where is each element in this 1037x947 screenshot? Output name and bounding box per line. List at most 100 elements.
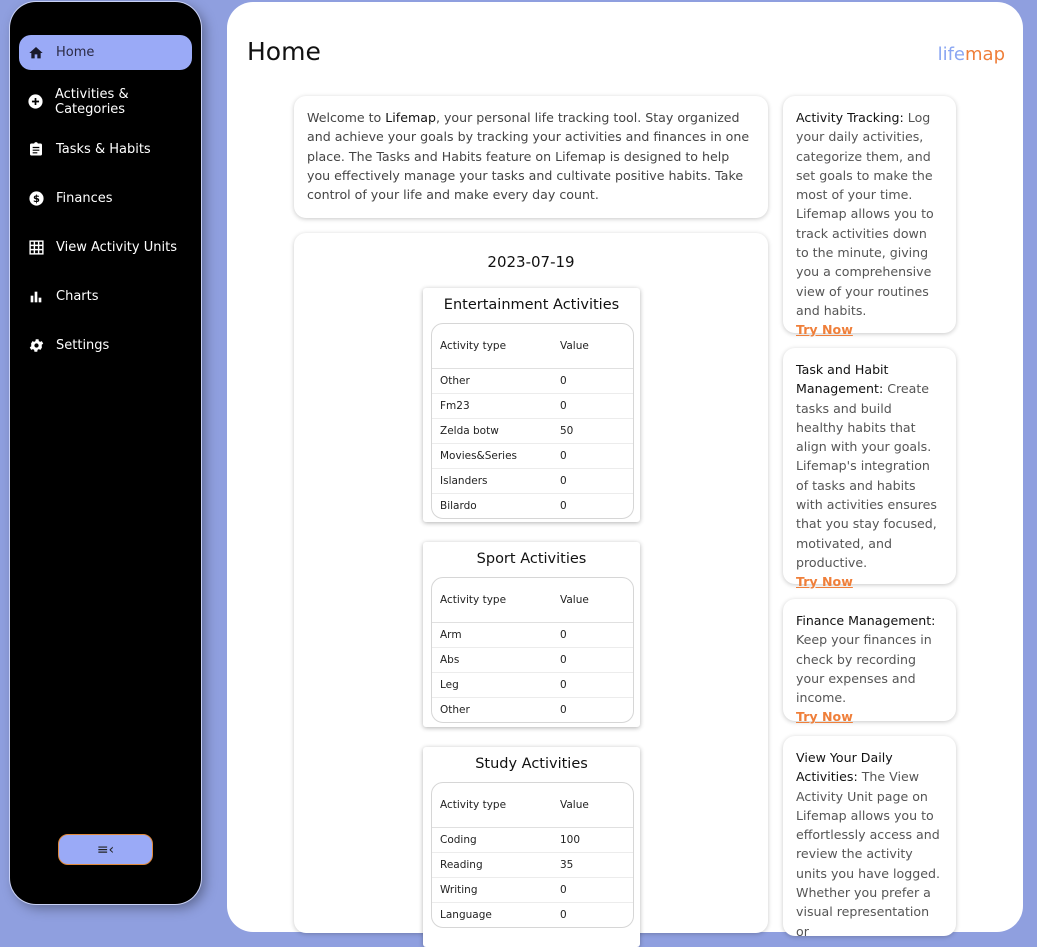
activity-value-cell[interactable]: 0 bbox=[552, 375, 633, 387]
main-panel: Home lifemap Welcome to Lifemap, your pe… bbox=[227, 2, 1023, 947]
activity-type-cell: Bilardo bbox=[440, 500, 477, 512]
category-card-study: Study Activities Activity type Value Cod… bbox=[423, 747, 640, 947]
welcome-brand: Lifemap bbox=[385, 110, 436, 125]
sidebar-item-label: Home bbox=[56, 45, 95, 60]
sidebar-item-finances[interactable]: $ Finances bbox=[19, 181, 192, 216]
activity-type-cell: Fm23 bbox=[440, 400, 470, 412]
collapse-sidebar-button[interactable]: ≡‹ bbox=[58, 834, 153, 865]
table-row: Language 0 bbox=[432, 903, 633, 927]
clipboard-icon bbox=[27, 141, 45, 159]
sidebar-item-label: Activities & Categories bbox=[55, 86, 129, 117]
activity-value-cell[interactable]: 0 bbox=[552, 679, 633, 691]
column-header-activity-type: Activity type bbox=[440, 340, 507, 352]
home-icon bbox=[27, 44, 45, 62]
table-row: Zelda botw 50 bbox=[432, 419, 633, 444]
feature-text: The View Activity Unit page on Lifemap a… bbox=[796, 769, 940, 936]
sidebar-item-home[interactable]: Home bbox=[19, 35, 192, 70]
feature-title: Task and Habit Management: bbox=[796, 362, 889, 397]
try-now-link[interactable]: Try Now bbox=[796, 572, 943, 591]
category-title: Entertainment Activities bbox=[443, 297, 620, 313]
try-now-link[interactable]: Try Now bbox=[796, 707, 943, 726]
activity-value-cell[interactable]: 50 bbox=[552, 425, 633, 437]
svg-text:$: $ bbox=[33, 194, 40, 205]
activity-value-cell[interactable]: 0 bbox=[552, 704, 633, 716]
feature-card-task-habit-management: Task and Habit Management: Create tasks … bbox=[783, 348, 956, 589]
table-row: Other 0 bbox=[432, 369, 633, 394]
column-header-value: Value bbox=[560, 799, 589, 811]
sidebar-item-label: View Activity Units bbox=[56, 240, 177, 255]
feature-title: Activity Tracking: bbox=[796, 110, 904, 125]
activity-value-cell[interactable]: 0 bbox=[552, 654, 633, 666]
sidebar-item-tasks-habits[interactable]: Tasks & Habits bbox=[19, 132, 192, 167]
activity-type-cell: Abs bbox=[440, 654, 460, 666]
table-header: Activity type Value bbox=[432, 324, 633, 369]
column-header-value: Value bbox=[560, 340, 589, 352]
column-header-activity-type: Activity type bbox=[440, 799, 507, 811]
feature-text: Create tasks and build healthy habits th… bbox=[796, 381, 937, 570]
table-row: Writing 0 bbox=[432, 878, 633, 903]
activity-value-cell[interactable]: 0 bbox=[552, 475, 633, 487]
sidebar-item-label: Finances bbox=[56, 191, 113, 206]
gear-icon bbox=[27, 337, 45, 355]
grid-icon bbox=[27, 239, 45, 257]
feature-card-activity-tracking: Activity Tracking: Log your daily activi… bbox=[783, 96, 956, 337]
activity-type-cell: Writing bbox=[440, 884, 478, 896]
table-row: Bilardo 0 bbox=[432, 494, 633, 518]
activity-value-cell[interactable]: 0 bbox=[552, 450, 633, 462]
table-row: Abs 0 bbox=[432, 648, 633, 673]
dollar-circle-icon: $ bbox=[27, 190, 45, 208]
category-card-entertainment: Entertainment Activities Activity type V… bbox=[423, 288, 640, 522]
table-row: Other 0 bbox=[432, 698, 633, 722]
sidebar-item-view-activity-units[interactable]: View Activity Units bbox=[19, 230, 192, 265]
activity-type-cell: Language bbox=[440, 909, 492, 921]
activity-value-cell[interactable]: 100 bbox=[552, 834, 633, 846]
activity-value-cell[interactable]: 35 bbox=[552, 859, 633, 871]
table-row: Islanders 0 bbox=[432, 469, 633, 494]
brand-part-map: map bbox=[965, 44, 1005, 65]
feature-title: Finance Management: bbox=[796, 613, 936, 628]
category-title: Sport Activities bbox=[476, 551, 587, 567]
column-header-activity-type: Activity type bbox=[440, 594, 507, 606]
table-row: Fm23 0 bbox=[432, 394, 633, 419]
sidebar-item-activities-categories[interactable]: Activities & Categories bbox=[19, 84, 192, 119]
sidebar-item-label: Settings bbox=[56, 338, 110, 353]
page-title: Home bbox=[247, 37, 321, 66]
feature-card-view-daily-activities: View Your Daily Activities: The View Act… bbox=[783, 736, 956, 936]
activity-value-cell[interactable]: 0 bbox=[552, 909, 633, 921]
sidebar-item-settings[interactable]: Settings bbox=[19, 328, 192, 363]
sidebar: Home Activities & Categories Tasks & Hab… bbox=[10, 2, 201, 904]
column-header-value: Value bbox=[560, 594, 589, 606]
table-row: Movies&Series 0 bbox=[432, 444, 633, 469]
plus-circle-icon bbox=[27, 93, 44, 111]
activity-date: 2023-07-19 bbox=[487, 253, 575, 271]
brand-logo[interactable]: lifemap bbox=[938, 44, 1005, 65]
activity-type-cell: Islanders bbox=[440, 475, 488, 487]
activity-type-cell: Movies&Series bbox=[440, 450, 518, 462]
brand-part-life: life bbox=[937, 44, 965, 65]
table-header: Activity type Value bbox=[432, 783, 633, 828]
welcome-pre: Welcome to bbox=[307, 110, 386, 125]
welcome-card: Welcome to Lifemap, your personal life t… bbox=[294, 96, 768, 218]
table-header: Activity type Value bbox=[432, 578, 633, 623]
table-row: Reading 35 bbox=[432, 853, 633, 878]
activity-table: Activity type Value Other 0 Fm23 0 Zelda b… bbox=[431, 323, 634, 519]
activity-value-cell[interactable]: 0 bbox=[552, 629, 633, 641]
bar-chart-icon bbox=[27, 288, 45, 306]
activity-type-cell: Arm bbox=[440, 629, 462, 641]
activity-type-cell: Coding bbox=[440, 834, 477, 846]
table-row: Arm 0 bbox=[432, 623, 633, 648]
table-row: Leg 0 bbox=[432, 673, 633, 698]
activity-value-cell[interactable]: 0 bbox=[552, 500, 633, 512]
activity-type-cell: Reading bbox=[440, 859, 483, 871]
category-card-sport: Sport Activities Activity type Value Arm… bbox=[423, 542, 640, 727]
sidebar-item-charts[interactable]: Charts bbox=[19, 279, 192, 314]
activity-value-cell[interactable]: 0 bbox=[552, 400, 633, 412]
feature-text: Keep your finances in check by recording… bbox=[796, 632, 932, 706]
try-now-link[interactable]: Try Now bbox=[796, 320, 943, 339]
daily-activities-card: 2023-07-19 Entertainment Activities Acti… bbox=[294, 233, 768, 947]
category-title: Study Activities bbox=[475, 756, 588, 772]
activity-table: Activity type Value Arm 0 Abs 0 Leg 0 Other… bbox=[431, 577, 634, 723]
feature-card-finance-management: Finance Management: Keep your finances i… bbox=[783, 599, 956, 724]
sidebar-item-label: Charts bbox=[56, 289, 99, 304]
activity-value-cell[interactable]: 0 bbox=[552, 884, 633, 896]
